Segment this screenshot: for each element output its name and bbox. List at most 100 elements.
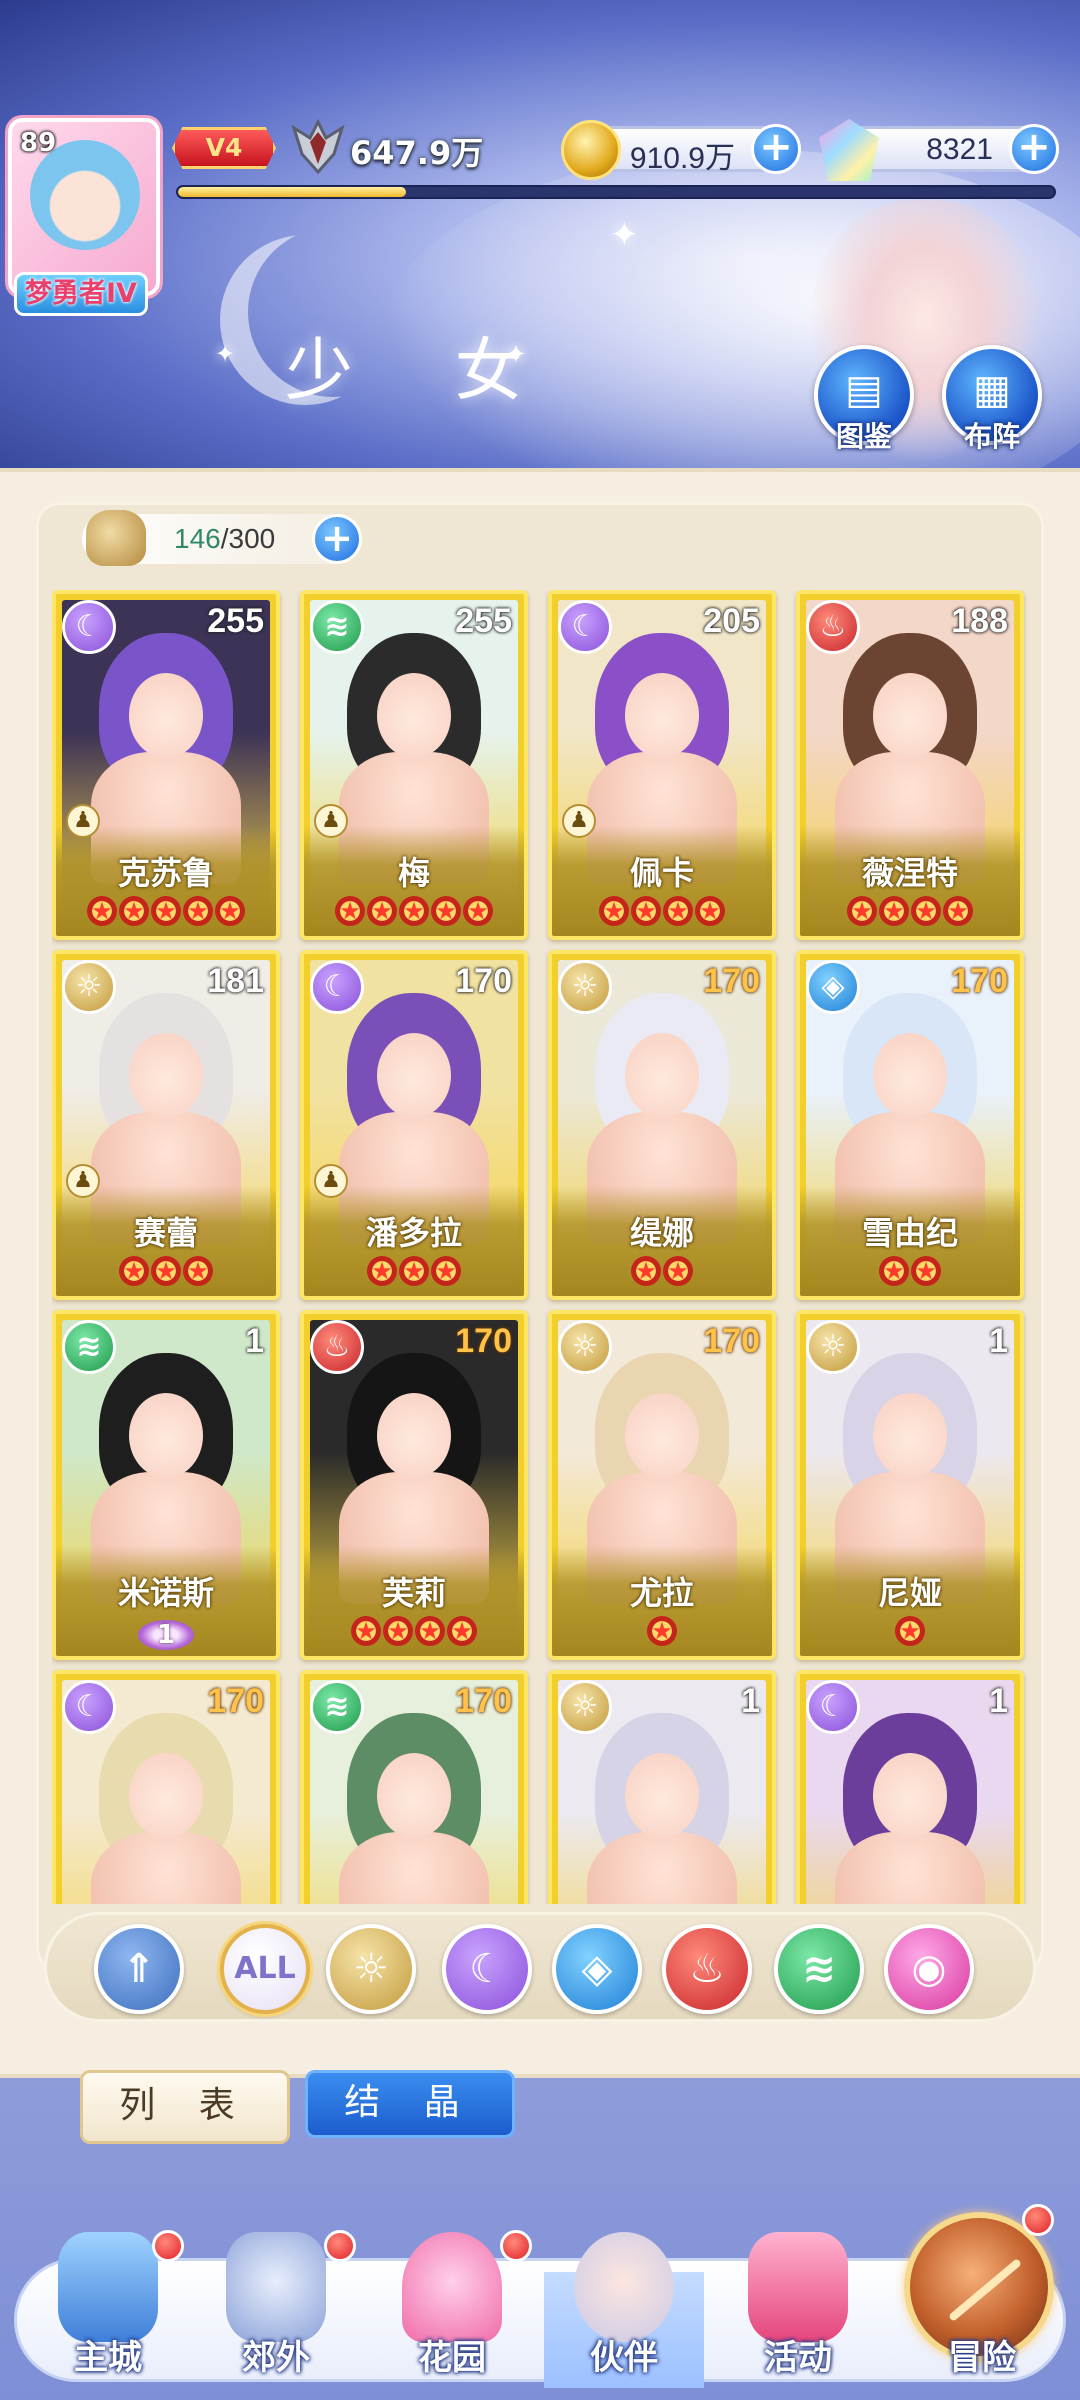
- portrait-face: [128, 1392, 204, 1479]
- star-icon: [431, 1256, 461, 1286]
- partner-name: 梅: [397, 854, 430, 892]
- partner-card[interactable]: ♨ 188 薇涅特: [796, 590, 1024, 940]
- star-icon: [367, 1256, 397, 1286]
- portrait-face: [376, 1032, 452, 1119]
- expand-capacity-button[interactable]: +: [312, 514, 362, 564]
- deployed-pawn-icon: ♟: [314, 804, 348, 838]
- capacity-current: 146: [174, 523, 221, 554]
- formation-button[interactable]: ▦ 布阵: [942, 345, 1042, 453]
- star-rating: [56, 1256, 276, 1290]
- star-orb-icon: ◉: [911, 1946, 947, 1992]
- star-icon: [431, 896, 461, 926]
- filter-all-button[interactable]: ALL: [220, 1924, 310, 2014]
- partner-card[interactable]: ♨ 170 芙莉: [300, 1310, 528, 1660]
- tab-list[interactable]: 列 表: [80, 2070, 290, 2144]
- partner-level: 170: [703, 1322, 760, 1360]
- star-icon: [631, 896, 661, 926]
- partner-card[interactable]: ≋ 255 ♟ 梅: [300, 590, 528, 940]
- star-icon: [183, 896, 213, 926]
- water-icon: ◈: [581, 1946, 613, 1992]
- portrait-face: [624, 1392, 700, 1479]
- portrait-body: [339, 1831, 489, 1904]
- partner-card[interactable]: ☾ 255 ♟ 克苏鲁: [52, 590, 280, 940]
- partner-card[interactable]: ≋ 170: [300, 1670, 528, 1904]
- codex-button[interactable]: ▤ 图鉴: [814, 345, 914, 453]
- star-rating: [552, 896, 772, 930]
- star-icon: [215, 896, 245, 926]
- vip-badge[interactable]: V4: [172, 127, 276, 169]
- partner-card[interactable]: ☾ 170: [52, 1670, 280, 1904]
- partner-card[interactable]: ☼ 170 尤拉: [548, 1310, 776, 1660]
- partner-level: 170: [951, 962, 1008, 1000]
- portrait-face: [872, 1752, 948, 1839]
- bag-icon: [86, 510, 146, 566]
- deployed-pawn-icon: ♟: [66, 804, 100, 838]
- star-icon: [911, 896, 941, 926]
- partner-grid[interactable]: ☾ 255 ♟ 克苏鲁 ≋ 255 ♟ 梅 ☾ 205 ♟ 佩卡 ♨ 188 薇涅特 ☼ 181 ♟ 赛蕾 ☾ 170 ♟…: [52, 590, 1032, 1904]
- star-icon: [119, 896, 149, 926]
- partner-name: 潘多拉: [365, 1214, 462, 1252]
- partner-card[interactable]: ☾ 170 ♟ 潘多拉: [300, 950, 528, 1300]
- partner-level: 170: [455, 962, 512, 1000]
- wind-icon: ≋: [802, 1946, 836, 1992]
- capacity-max: /300: [220, 523, 276, 554]
- filter-sparkle-button[interactable]: ⇑: [94, 1924, 184, 2014]
- add-gem-button[interactable]: +: [1009, 124, 1059, 174]
- header-background: ✦ ✦ ✦ 少 女: [0, 0, 1080, 470]
- filter-wind-button[interactable]: ≋: [774, 1924, 864, 2014]
- nav-main-city[interactable]: 主城: [28, 2222, 188, 2392]
- partner-card[interactable]: ☼ 1 尼娅: [796, 1310, 1024, 1660]
- partner-level: 170: [207, 1682, 264, 1720]
- partner-name: 克苏鲁: [117, 854, 214, 892]
- nav-label: 主城: [74, 2338, 142, 2378]
- partner-name: 佩卡: [629, 854, 694, 892]
- gold-amount: 910.9万: [629, 142, 735, 175]
- portrait-face: [376, 672, 452, 759]
- nav-label: 伙伴: [590, 2338, 658, 2378]
- nav-partners[interactable]: 伙伴: [544, 2222, 704, 2392]
- nav-events[interactable]: 活动: [718, 2222, 878, 2392]
- nav-garden[interactable]: 花园: [372, 2222, 532, 2392]
- portrait-body: [587, 1831, 737, 1904]
- star-icon: [447, 1616, 477, 1646]
- filter-sun-button[interactable]: ☼: [326, 1924, 416, 2014]
- partner-name: 尤拉: [629, 1574, 694, 1612]
- portrait-face: [872, 1032, 948, 1119]
- star-icon: [151, 896, 181, 926]
- star-icon: [879, 896, 909, 926]
- portrait-body: [835, 1831, 985, 1904]
- partner-capacity: 146/300 +: [82, 510, 362, 566]
- partner-card[interactable]: ☼ 1: [548, 1670, 776, 1904]
- sparkle-icon: ✦: [610, 215, 639, 255]
- sun-icon: ☼: [806, 1320, 860, 1374]
- add-gold-button[interactable]: +: [751, 124, 801, 174]
- partner-card[interactable]: ☼ 181 ♟ 赛蕾: [52, 950, 280, 1300]
- moon-icon: ☾: [62, 600, 116, 654]
- filter-fire-button[interactable]: ♨: [662, 1924, 752, 2014]
- wind-icon: ≋: [62, 1320, 116, 1374]
- partner-name: 缇娜: [629, 1214, 694, 1252]
- awaken-badge: 1: [56, 1620, 276, 1650]
- gem-amount: 8321: [926, 133, 993, 166]
- partner-card[interactable]: ≋ 1 米诺斯 1: [52, 1310, 280, 1660]
- star-icon: [351, 1616, 381, 1646]
- nav-adventure[interactable]: 冒险: [902, 2222, 1062, 2392]
- nav-label: 郊外: [242, 2338, 310, 2378]
- filter-moon-button[interactable]: ☾: [442, 1924, 532, 2014]
- partner-card[interactable]: ◈ 170 雪由纪: [796, 950, 1024, 1300]
- deployed-pawn-icon: ♟: [562, 804, 596, 838]
- partner-card[interactable]: ☾ 1: [796, 1670, 1024, 1904]
- portrait-face: [376, 1752, 452, 1839]
- tab-crystal[interactable]: 结 晶: [305, 2070, 515, 2138]
- filter-all-label: ALL: [234, 1951, 296, 1986]
- filter-star-orb-button[interactable]: ◉: [884, 1924, 974, 2014]
- capacity-count: 146/300: [174, 523, 275, 555]
- filter-water-button[interactable]: ◈: [552, 1924, 642, 2014]
- partner-name: 尼娅: [877, 1574, 942, 1612]
- nav-suburbs[interactable]: 郊外: [196, 2222, 356, 2392]
- partner-card[interactable]: ☾ 205 ♟ 佩卡: [548, 590, 776, 940]
- player-rank-title: 梦勇者IV: [14, 272, 148, 316]
- partner-card[interactable]: ☼ 170 缇娜: [548, 950, 776, 1300]
- player-level: 89: [20, 128, 57, 158]
- book-icon: ▤: [845, 367, 883, 413]
